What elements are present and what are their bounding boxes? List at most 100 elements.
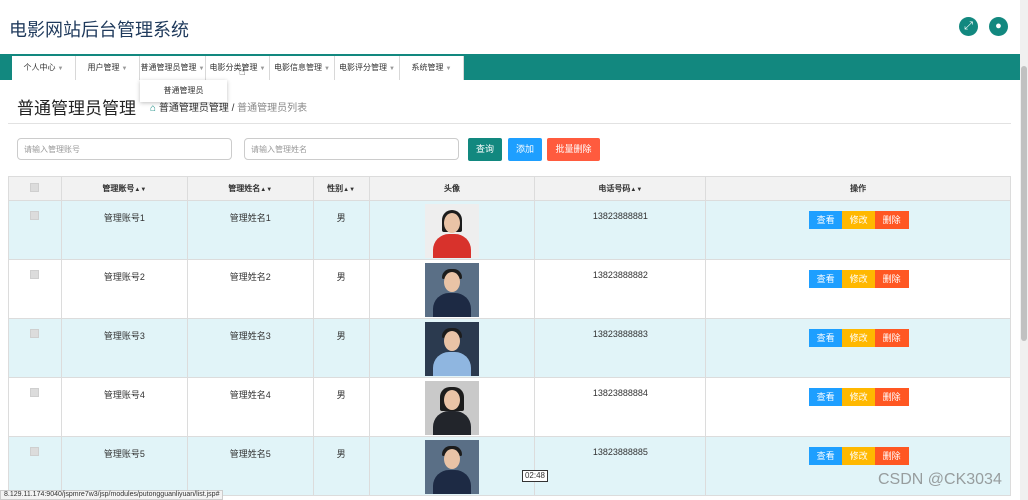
nav-item-movie-category[interactable]: 电影分类管理 ▼ (206, 56, 270, 80)
chevron-down-icon: ▼ (259, 66, 266, 72)
chevron-down-icon: ▼ (324, 66, 330, 72)
avatar (425, 204, 480, 258)
sort-icon[interactable]: ▲▼ (630, 187, 642, 193)
nav-item-label: 电影信息管理 (274, 63, 323, 72)
cell-gender: 男 (312, 318, 370, 378)
breadcrumb-section[interactable]: 普通管理员管理 (159, 103, 229, 114)
nav-item-label: 普通管理员管理 (140, 63, 197, 72)
avatar (425, 440, 480, 494)
cell-phone: 13823888883 (534, 318, 707, 378)
delete-button[interactable]: 删除 (874, 388, 909, 406)
edit-button[interactable]: 修改 (841, 388, 876, 406)
sort-icon[interactable]: ▲▼ (343, 187, 355, 193)
cell-phone: 13823888884 (534, 377, 707, 437)
column-label: 头像 (444, 184, 461, 193)
sort-icon[interactable]: ▲▼ (260, 187, 272, 193)
column-label: 电话号码 (598, 184, 631, 193)
status-url: 8.129.11.174:9040/jspmre7w3/jsp/modules/… (0, 490, 224, 500)
cell-phone: 13823888885 (534, 436, 707, 496)
cell-gender: 男 (312, 377, 370, 437)
delete-button[interactable]: 删除 (874, 447, 909, 465)
row-checkbox[interactable] (30, 447, 40, 456)
row-checkbox[interactable] (30, 211, 40, 220)
cell-account: 管理账号4 (60, 377, 188, 437)
nav-item-label: 电影分类管理 (209, 63, 258, 72)
view-button[interactable]: 查看 (808, 329, 843, 347)
table-row: 管理账号3 管理姓名3 男 13823888883 查看 修改 删除 (8, 318, 1011, 378)
column-label: 管理姓名 (228, 184, 261, 193)
delete-button[interactable]: 删除 (874, 211, 909, 229)
name-search-input[interactable] (244, 138, 459, 160)
table-header-row: 管理账号▲▼ 管理姓名▲▼ 性别▲▼ 头像 电话号码▲▼ 操作 (8, 176, 1011, 201)
table-row: 管理账号2 管理姓名2 男 13823888882 查看 修改 删除 (8, 259, 1011, 319)
add-button[interactable]: 添加 (508, 138, 542, 161)
fullscreen-icon[interactable]: ⤢ (959, 17, 978, 36)
chevron-down-icon: ▼ (198, 66, 205, 72)
home-icon[interactable]: ⌂ (150, 103, 156, 114)
table-row: 管理账号5 管理姓名5 男 13823888885 查看 修改 删除 (8, 436, 1011, 496)
table-row: 管理账号1 管理姓名1 男 13823888881 查看 修改 删除 (8, 200, 1011, 260)
nav-item-user-management[interactable]: 用户管理 ▼ (76, 56, 140, 80)
column-header-account[interactable]: 管理账号▲▼ (60, 176, 188, 201)
edit-button[interactable]: 修改 (841, 447, 876, 465)
cell-account: 管理账号2 (60, 259, 188, 319)
edit-button[interactable]: 修改 (841, 329, 876, 347)
view-button[interactable]: 查看 (808, 211, 843, 229)
row-checkbox[interactable] (30, 270, 40, 279)
sort-icon[interactable]: ▲▼ (134, 187, 146, 193)
cell-name: 管理姓名1 (186, 200, 314, 260)
nav-item-movie-info[interactable]: 电影信息管理 ▼ (270, 56, 335, 80)
nav-item-movie-rating[interactable]: 电影评分管理 ▼ (335, 56, 400, 80)
cell-gender: 男 (312, 259, 370, 319)
select-all-header[interactable] (8, 176, 62, 201)
edit-button[interactable]: 修改 (841, 270, 876, 288)
chevron-down-icon: ▼ (389, 66, 395, 72)
admin-table: 管理账号▲▼ 管理姓名▲▼ 性别▲▼ 头像 电话号码▲▼ 操作 管理账号1 管理… (8, 176, 1011, 496)
user-icon[interactable]: ● (989, 17, 1008, 36)
nav-item-label: 个人中心 (23, 63, 56, 72)
cell-name: 管理姓名3 (186, 318, 314, 378)
cell-gender: 男 (312, 436, 370, 496)
breadcrumb-current: 普通管理员列表 (237, 103, 308, 114)
cell-name: 管理姓名2 (186, 259, 314, 319)
breadcrumb-separator: / (231, 103, 235, 114)
dropdown-item-admin[interactable]: 普通管理员 (140, 80, 227, 102)
cell-actions: 查看 修改 删除 (705, 200, 1011, 260)
scrollbar-thumb[interactable] (1021, 66, 1027, 341)
app-window: 电影网站后台管理系统 ⤢ ● 个人中心 ▼ 用户管理 ▼ 普通管理员管理 ▼ 电影分类… (0, 0, 1028, 500)
table-row: 管理账号4 管理姓名4 男 13823888884 查看 修改 删除 (8, 377, 1011, 437)
delete-button[interactable]: 删除 (874, 329, 909, 347)
chevron-down-icon: ▼ (57, 66, 64, 72)
column-header-gender[interactable]: 性别▲▼ (312, 176, 370, 201)
cell-actions: 查看 修改 删除 (705, 318, 1011, 378)
top-header: 电影网站后台管理系统 ⤢ ● (0, 0, 1020, 54)
column-label: 操作 (850, 184, 867, 193)
edit-button[interactable]: 修改 (841, 211, 876, 229)
cell-actions: 查看 修改 删除 (705, 377, 1011, 437)
query-button[interactable]: 查询 (468, 138, 502, 161)
nav-item-admin-management[interactable]: 普通管理员管理 ▼ (140, 56, 206, 80)
account-search-input[interactable] (17, 138, 232, 160)
batch-delete-button[interactable]: 批量删除 (547, 138, 600, 161)
avatar (425, 322, 480, 376)
cell-gender: 男 (312, 200, 370, 260)
view-button[interactable]: 查看 (808, 447, 843, 465)
column-header-actions: 操作 (705, 176, 1011, 201)
avatar (425, 263, 480, 317)
nav-item-label: 电影评分管理 (339, 63, 388, 72)
row-checkbox[interactable] (30, 388, 40, 397)
nav-item-personal-center[interactable]: 个人中心 ▼ (12, 56, 76, 80)
avatar (425, 381, 480, 435)
cell-name: 管理姓名4 (186, 377, 314, 437)
nav-item-system-management[interactable]: 系统管理 ▼ (400, 56, 464, 80)
row-checkbox[interactable] (30, 329, 40, 338)
view-button[interactable]: 查看 (808, 388, 843, 406)
cell-account: 管理账号3 (60, 318, 188, 378)
column-label: 管理账号 (102, 184, 135, 193)
column-header-name[interactable]: 管理姓名▲▼ (186, 176, 314, 201)
cell-account: 管理账号1 (60, 200, 188, 260)
select-all-checkbox[interactable] (30, 183, 40, 192)
delete-button[interactable]: 删除 (874, 270, 909, 288)
view-button[interactable]: 查看 (808, 270, 843, 288)
column-header-phone[interactable]: 电话号码▲▼ (534, 176, 707, 201)
